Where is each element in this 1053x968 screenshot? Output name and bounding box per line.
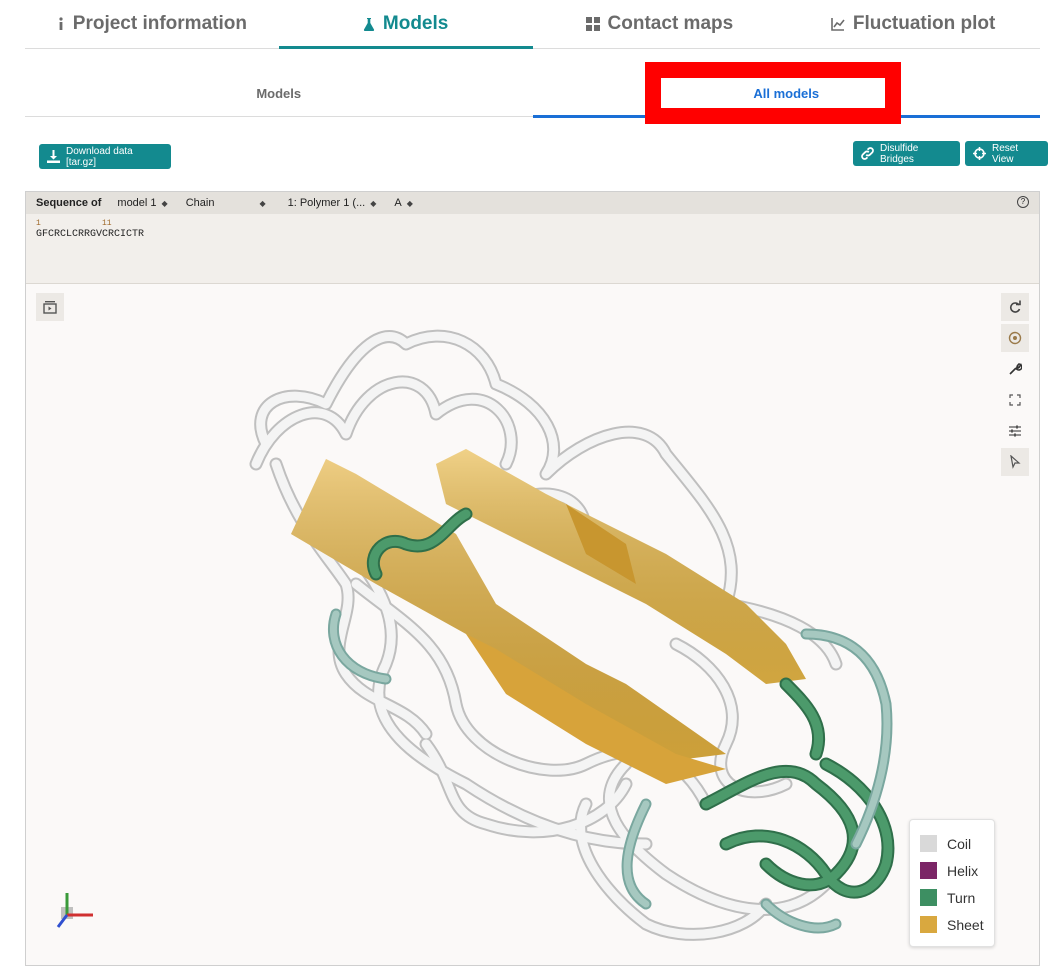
legend-item-helix: Helix xyxy=(920,857,984,884)
sequence-panel: 1 11 GFCRCLCRRGVCRCICTR xyxy=(26,214,1039,284)
chain-id-select[interactable]: A ◆ xyxy=(394,197,413,209)
tab-label: Fluctuation plot xyxy=(852,13,996,34)
sequence-number: 11 xyxy=(102,219,112,228)
tab-contact-maps[interactable]: Contact maps xyxy=(533,0,787,48)
link-icon xyxy=(861,147,874,160)
controls-button[interactable] xyxy=(1001,417,1029,445)
legend-label: Helix xyxy=(947,862,979,879)
tab-label: Project information xyxy=(72,13,247,34)
chain-select-value: Chain xyxy=(185,197,215,209)
legend-label: Turn xyxy=(947,889,976,906)
disulfide-bridges-button[interactable]: Disulfide Bridges xyxy=(853,141,960,166)
expand-icon xyxy=(1009,394,1021,406)
legend-item-sheet: Sheet xyxy=(920,911,984,938)
refresh-icon xyxy=(1009,300,1021,313)
reset-camera-button[interactable] xyxy=(1001,293,1029,321)
axes-indicator-icon xyxy=(56,893,93,928)
cursor-icon xyxy=(1010,455,1021,469)
molecule-viewer[interactable]: Sequence of model 1 ◆ Chain ◆ 1: Polymer… xyxy=(25,191,1040,966)
grid-icon xyxy=(585,17,600,31)
select-arrows-icon: ◆ xyxy=(406,198,413,208)
subtab-all-models[interactable]: All models xyxy=(532,70,1041,118)
wrench-icon xyxy=(1009,363,1022,375)
crosshair-icon xyxy=(973,147,986,160)
chain-id-select-value: A xyxy=(394,197,402,209)
legend-label: Coil xyxy=(947,835,972,852)
flask-icon xyxy=(363,17,375,31)
sequence-number: 1 xyxy=(36,219,41,228)
tab-models[interactable]: Models xyxy=(278,0,533,49)
sequence-text[interactable]: GFCRCLCRRGVCRCICTR xyxy=(36,229,144,240)
legend-item-coil: Coil xyxy=(920,830,984,857)
legend-swatch xyxy=(920,835,937,852)
legend-item-turn: Turn xyxy=(920,884,984,911)
reset-view-button[interactable]: Reset View xyxy=(965,141,1048,166)
select-arrows-icon: ◆ xyxy=(259,198,266,208)
legend-swatch xyxy=(920,862,937,879)
fullscreen-button[interactable] xyxy=(1001,386,1029,414)
disulfide-label: Disulfide Bridges xyxy=(880,142,919,165)
settings-button[interactable] xyxy=(1001,355,1029,383)
tab-project-information[interactable]: Project information xyxy=(25,0,279,48)
download-icon xyxy=(47,150,60,163)
subtab-models[interactable]: Models xyxy=(25,70,533,116)
chain-select[interactable]: Chain ◆ xyxy=(186,197,266,209)
tab-label: Models xyxy=(382,13,449,34)
model-select[interactable]: model 1 ◆ xyxy=(117,197,167,209)
sequence-label: Sequence of xyxy=(36,197,102,209)
tab-label: Contact maps xyxy=(607,13,734,34)
reset-label: Reset View xyxy=(992,142,1019,165)
model-subtabs: Models All models xyxy=(25,70,1041,118)
polymer-select-value: 1: Polymer 1 (... xyxy=(287,197,366,209)
sequence-toolbar: Sequence of model 1 ◆ Chain ◆ 1: Polymer… xyxy=(26,192,1039,214)
protein-structure-render[interactable] xyxy=(26,284,1039,966)
info-icon xyxy=(57,17,65,31)
legend-swatch xyxy=(920,889,937,906)
camera-aperture-icon xyxy=(1008,331,1022,345)
select-arrows-icon: ◆ xyxy=(370,198,377,208)
help-icon[interactable]: ? xyxy=(1017,196,1029,208)
viewer-toolbar xyxy=(1001,293,1029,479)
download-data-button[interactable]: Download data [tar.gz] xyxy=(39,144,171,169)
tab-fluctuation-plot[interactable]: Fluctuation plot xyxy=(786,0,1040,48)
legend-label: Sheet xyxy=(947,916,984,933)
legend-swatch xyxy=(920,916,937,933)
line-chart-icon xyxy=(831,17,845,31)
polymer-select[interactable]: 1: Polymer 1 (... ◆ xyxy=(288,197,377,209)
toggle-sequence-button[interactable] xyxy=(36,293,64,321)
screenshot-button[interactable] xyxy=(1001,324,1029,352)
select-arrows-icon: ◆ xyxy=(161,198,168,208)
secondary-structure-legend: Coil Helix Turn Sheet xyxy=(909,819,995,947)
sliders-icon xyxy=(1009,425,1021,437)
3d-canvas[interactable]: Coil Helix Turn Sheet xyxy=(26,284,1039,966)
sequence-toggle-icon xyxy=(43,301,57,314)
download-label: Download data [tar.gz] xyxy=(66,145,133,168)
selection-mode-button[interactable] xyxy=(1001,448,1029,476)
main-tabs: Project information Models Contact maps … xyxy=(25,0,1040,49)
model-select-value: model 1 xyxy=(117,197,157,209)
